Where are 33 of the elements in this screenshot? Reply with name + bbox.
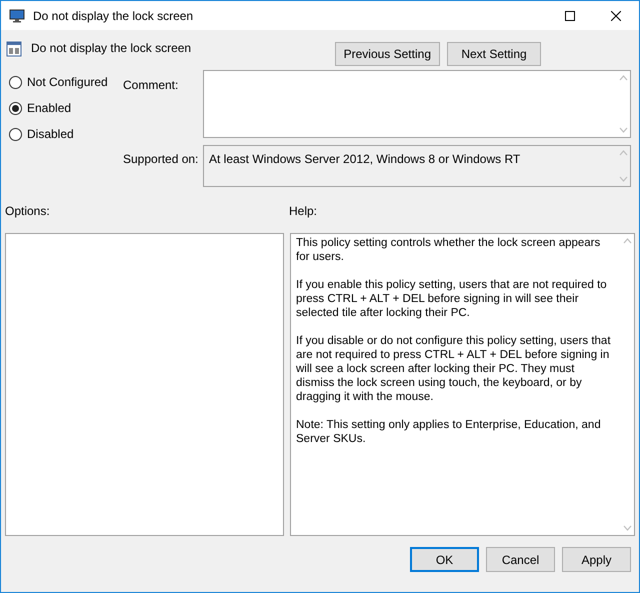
scroll-up-icon[interactable] <box>618 150 628 156</box>
monitor-icon <box>9 8 25 22</box>
supported-on-label: Supported on: <box>123 151 200 168</box>
dialog-button[interactable]: Cancel <box>486 547 555 572</box>
radio-option[interactable]: Not Configured <box>9 75 123 89</box>
scroll-up-icon[interactable] <box>622 238 632 244</box>
window-title: Do not display the lock screen <box>33 8 194 24</box>
help-paragraph: Note: This setting only applies to Enterprise, Education, and Server SKUs. <box>296 418 602 446</box>
comment-label: Comment: <box>123 77 180 94</box>
radio-button[interactable] <box>9 128 22 140</box>
nav-button[interactable]: Next Setting <box>447 42 541 66</box>
setting-title: Do not display the lock screen <box>31 40 192 57</box>
help-paragraph: This policy setting controls whether the lock screen appears for users. <box>296 236 602 264</box>
radio-option[interactable]: Disabled <box>9 127 123 141</box>
policy-icon <box>6 41 22 57</box>
comment-field[interactable] <box>203 70 631 138</box>
options-label: Options: <box>5 203 51 220</box>
radio-button[interactable] <box>9 102 22 114</box>
scroll-down-icon[interactable] <box>622 525 632 531</box>
radio-option[interactable]: Enabled <box>9 101 123 115</box>
dialog-button[interactable]: Apply <box>562 547 631 572</box>
supported-on-value: At least Windows Server 2012, Windows 8 or Windows RT <box>208 151 522 168</box>
scroll-down-icon[interactable] <box>618 127 628 133</box>
help-paragraph: If you disable or do not configure this policy setting, users that are not required to press CTRL + ALT + DEL before signing in will see a lock screen after locking their PC. They must dismiss the lock screen using touch, the keyboard, or by dragging it with the mouse. <box>296 334 612 404</box>
scroll-up-icon[interactable] <box>618 75 628 81</box>
scroll-down-icon[interactable] <box>618 176 628 182</box>
nav-button[interactable]: Previous Setting <box>334 42 440 66</box>
dialog-button[interactable]: OK <box>410 547 479 572</box>
close-icon <box>611 10 621 20</box>
help-label: Help: <box>289 203 318 220</box>
maximize-icon <box>565 10 575 20</box>
radio-button[interactable] <box>9 76 22 88</box>
help-paragraph: If you enable this policy setting, users that are not required to press CTRL + ALT + DEL before signing in will see their selected tile after locking their PC. <box>296 278 608 320</box>
